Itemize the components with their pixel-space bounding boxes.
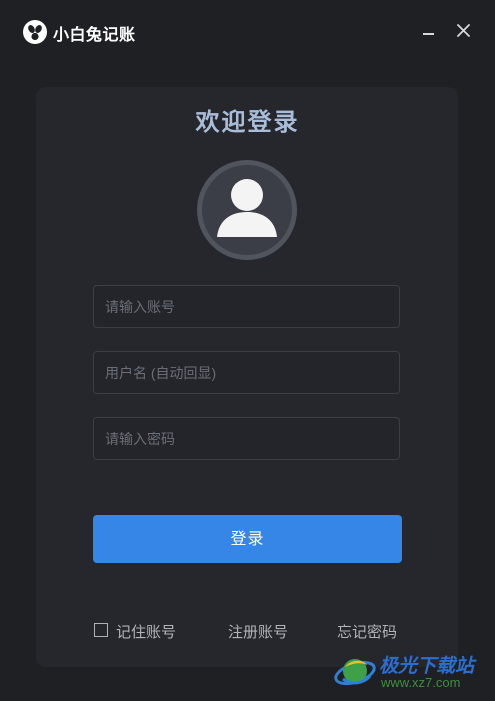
password-field[interactable]: [93, 417, 400, 460]
username-field[interactable]: [93, 351, 400, 394]
watermark-title: 极光下载站: [379, 655, 475, 677]
minimize-button[interactable]: [417, 18, 441, 42]
remember-checkbox[interactable]: [94, 623, 108, 637]
title-bar: 小白兔记账: [0, 0, 495, 64]
close-button[interactable]: [452, 18, 476, 42]
account-input[interactable]: [94, 286, 399, 327]
login-button[interactable]: 登录: [93, 515, 402, 563]
user-avatar-icon: [217, 179, 277, 237]
close-icon: [457, 24, 470, 37]
register-link[interactable]: 注册账号: [228, 621, 288, 642]
app-logo-icon: [23, 20, 47, 44]
password-input[interactable]: [94, 418, 399, 459]
remember-label: 记住账号: [116, 623, 177, 641]
minimize-icon: [423, 33, 434, 35]
watermark-logo-icon: [334, 659, 376, 686]
account-field[interactable]: [93, 285, 400, 328]
forgot-password-link[interactable]: 忘记密码: [337, 621, 397, 642]
login-title: 欢迎登录: [195, 108, 300, 136]
avatar: [197, 160, 297, 260]
watermark: 极光下载站 www.xz7.com: [333, 647, 493, 697]
watermark-url: www.xz7.com: [381, 675, 461, 690]
app-name: 小白兔记账: [53, 25, 136, 44]
username-input[interactable]: [94, 352, 399, 393]
